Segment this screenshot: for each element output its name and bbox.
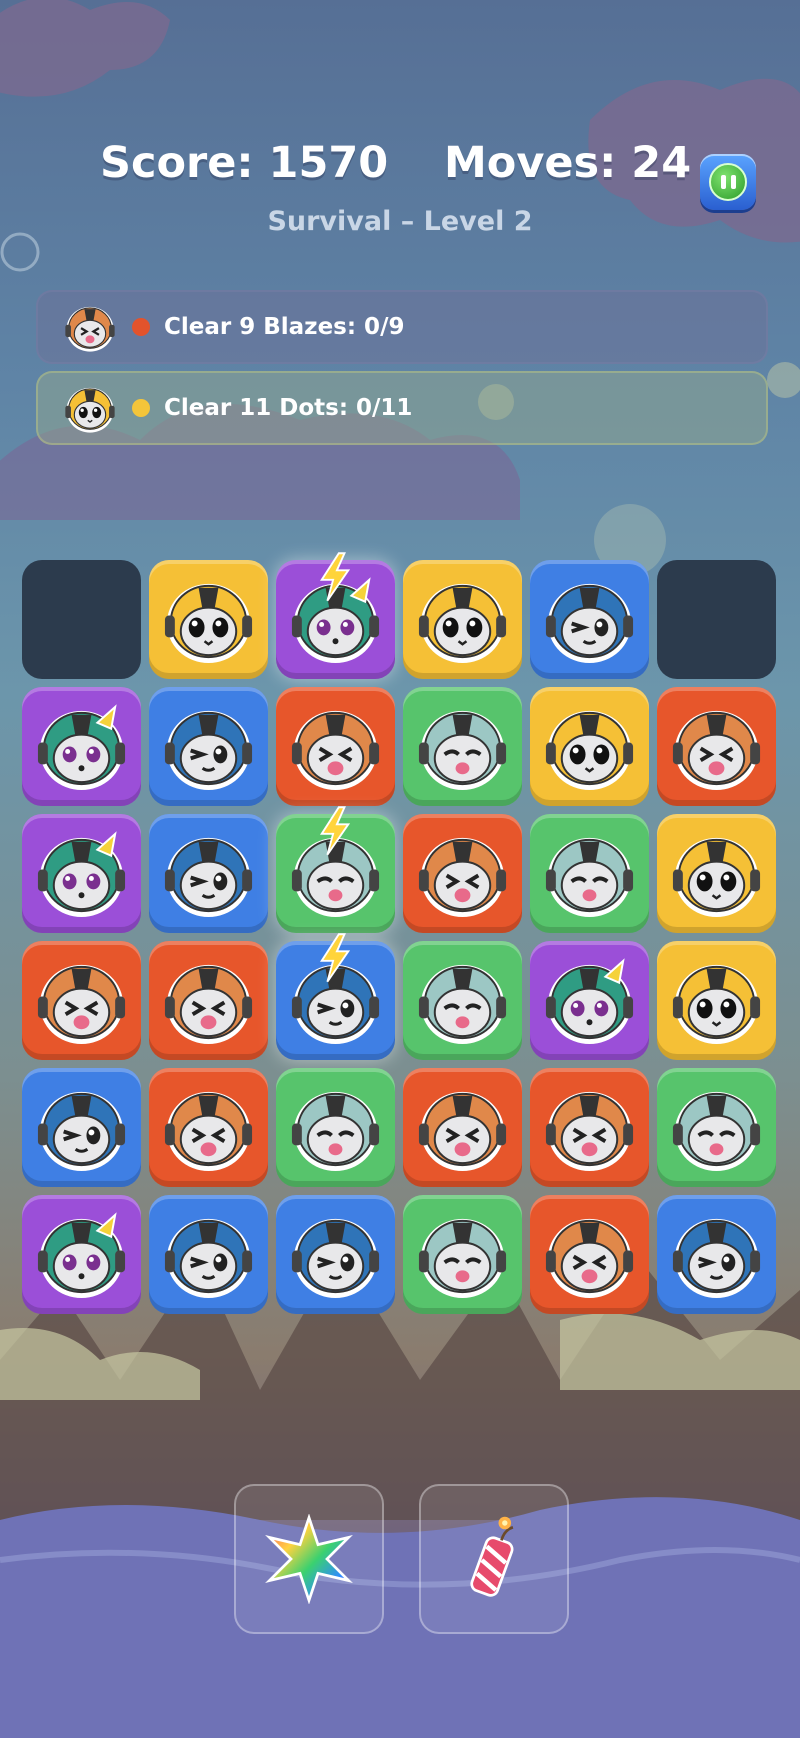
pause-icon <box>709 163 747 201</box>
yellow-robot-icon <box>672 837 761 918</box>
orange-piece[interactable] <box>530 1195 649 1314</box>
orange-robot-icon <box>418 837 507 918</box>
purple-piece[interactable] <box>22 687 141 806</box>
yellow-piece[interactable] <box>149 560 268 679</box>
orange-piece[interactable] <box>657 687 776 806</box>
rainbow-star-booster[interactable] <box>234 1484 384 1634</box>
yellow-robot-icon <box>164 583 253 664</box>
lightning-icon <box>319 806 351 856</box>
orange-robot-icon <box>291 710 380 791</box>
orange-robot-icon <box>65 306 115 352</box>
green-robot-icon <box>418 710 507 791</box>
purple-robot-icon <box>37 831 126 918</box>
orange-piece[interactable] <box>22 941 141 1060</box>
blue-robot-icon <box>164 710 253 791</box>
yellow-piece[interactable] <box>657 941 776 1060</box>
goal-color-dot <box>132 318 150 336</box>
yellow-piece[interactable] <box>657 814 776 933</box>
orange-robot-icon <box>164 964 253 1045</box>
green-robot-icon <box>418 1218 507 1299</box>
blue-piece[interactable] <box>149 1195 268 1314</box>
orange-piece[interactable] <box>276 687 395 806</box>
goal-text: Clear 11 Dots: 0/11 <box>164 395 413 421</box>
green-piece[interactable] <box>403 941 522 1060</box>
blue-robot-icon <box>545 583 634 664</box>
purple-robot-icon <box>37 1212 126 1299</box>
pause-button[interactable] <box>700 154 756 210</box>
goal-text: Clear 9 Blazes: 0/9 <box>164 314 405 340</box>
purple-piece[interactable] <box>276 552 395 679</box>
purple-piece[interactable] <box>22 814 141 933</box>
purple-piece[interactable] <box>22 1195 141 1314</box>
orange-piece[interactable] <box>403 1068 522 1187</box>
yellow-robot-icon <box>672 964 761 1045</box>
yellow-piece[interactable] <box>530 687 649 806</box>
moves-label: Moves: 24 <box>444 138 692 188</box>
orange-piece[interactable] <box>149 1068 268 1187</box>
purple-robot-icon <box>37 704 126 791</box>
blue-robot-icon <box>672 1218 761 1299</box>
orange-robot-icon <box>672 710 761 791</box>
orange-robot-icon <box>164 1091 253 1172</box>
purple-piece[interactable] <box>530 941 649 1060</box>
empty-cell <box>22 560 141 679</box>
orange-robot-icon <box>545 1218 634 1299</box>
green-robot-icon <box>545 837 634 918</box>
lightning-icon <box>319 933 351 983</box>
firecracker-booster[interactable] <box>419 1484 569 1634</box>
green-piece[interactable] <box>530 814 649 933</box>
yellow-robot-icon <box>418 583 507 664</box>
goal-color-dot <box>132 399 150 417</box>
yellow-robot-icon <box>545 710 634 791</box>
goal-blazes: Clear 9 Blazes: 0/9 <box>36 290 768 364</box>
orange-robot-icon <box>545 1091 634 1172</box>
game-stage: Score: 1570 Moves: 24 Survival – Level 2… <box>0 0 800 1738</box>
blue-piece[interactable] <box>22 1068 141 1187</box>
green-piece[interactable] <box>276 806 395 933</box>
blue-robot-icon <box>164 837 253 918</box>
orange-robot-icon <box>37 964 126 1045</box>
green-robot-icon <box>291 1091 380 1172</box>
blue-piece[interactable] <box>276 1195 395 1314</box>
level-label: Survival – Level 2 <box>267 206 533 237</box>
firecracker-icon <box>470 1516 514 1597</box>
blue-piece[interactable] <box>149 687 268 806</box>
blue-robot-icon <box>291 1218 380 1299</box>
purple-robot-icon <box>545 958 634 1045</box>
blue-piece[interactable] <box>530 560 649 679</box>
orange-piece[interactable] <box>149 941 268 1060</box>
blue-piece[interactable] <box>149 814 268 933</box>
goal-dots: Clear 11 Dots: 0/11 <box>36 371 768 445</box>
orange-piece[interactable] <box>530 1068 649 1187</box>
green-piece[interactable] <box>657 1068 776 1187</box>
lightning-icon <box>319 552 351 602</box>
blue-piece[interactable] <box>276 933 395 1060</box>
orange-piece[interactable] <box>403 814 522 933</box>
yellow-robot-icon <box>65 387 115 433</box>
yellow-piece[interactable] <box>403 560 522 679</box>
green-piece[interactable] <box>403 1195 522 1314</box>
green-robot-icon <box>672 1091 761 1172</box>
green-piece[interactable] <box>403 687 522 806</box>
empty-cell <box>657 560 776 679</box>
blue-robot-icon <box>37 1091 126 1172</box>
blue-robot-icon <box>164 1218 253 1299</box>
orange-robot-icon <box>418 1091 507 1172</box>
blue-piece[interactable] <box>657 1195 776 1314</box>
green-piece[interactable] <box>276 1068 395 1187</box>
rainbow-star-icon <box>265 1514 353 1604</box>
score-label: Score: 1570 <box>100 138 389 188</box>
green-robot-icon <box>418 964 507 1045</box>
